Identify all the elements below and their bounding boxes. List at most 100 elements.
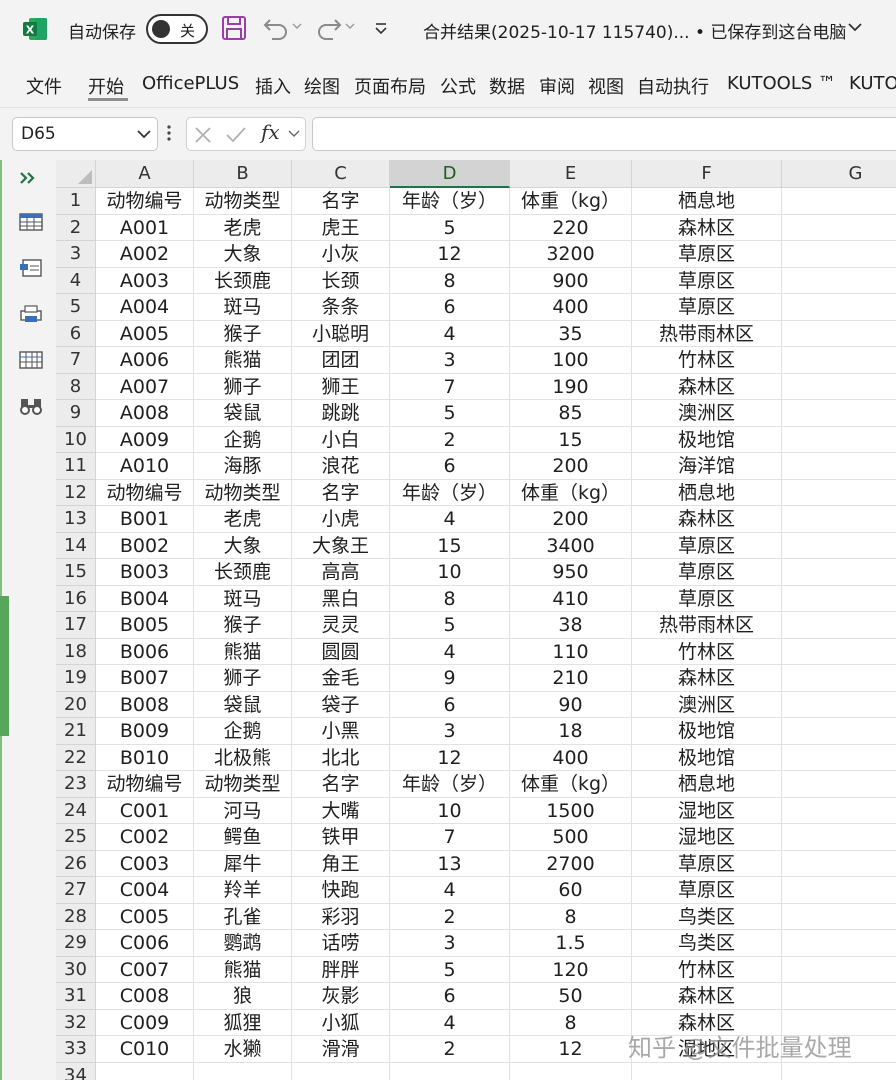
cell-a32[interactable]: C009 — [96, 1009, 194, 1036]
cell-c26[interactable]: 角王 — [292, 850, 390, 877]
cell-b11[interactable]: 海豚 — [194, 453, 292, 480]
cell-d20[interactable]: 6 — [390, 691, 510, 718]
tab-officeplus[interactable]: OfficePLUS — [142, 73, 239, 94]
cell-f6[interactable]: 热带雨林区 — [632, 320, 782, 347]
chevron-down-icon[interactable] — [345, 22, 355, 30]
cell-b3[interactable]: 大象 — [194, 241, 292, 268]
row-header[interactable]: 18 — [56, 638, 96, 665]
cell-g30[interactable] — [782, 957, 896, 983]
cell-g18[interactable] — [782, 639, 896, 665]
undo-icon[interactable] — [262, 14, 290, 42]
cell-c2[interactable]: 虎王 — [292, 214, 390, 241]
autosave-toggle[interactable]: 关 — [146, 14, 208, 44]
cell-g16[interactable] — [782, 586, 896, 612]
cell-f11[interactable]: 海洋馆 — [632, 453, 782, 480]
row-header[interactable]: 12 — [56, 479, 96, 506]
row-header[interactable]: 27 — [56, 877, 96, 904]
cell-e15[interactable]: 950 — [510, 559, 632, 586]
cell-a27[interactable]: C004 — [96, 877, 194, 904]
cell-g12[interactable] — [782, 480, 896, 506]
row-header[interactable]: 17 — [56, 612, 96, 639]
cell-c16[interactable]: 黑白 — [292, 585, 390, 612]
cell-e19[interactable]: 210 — [510, 665, 632, 692]
insert-function-button[interactable]: fx — [261, 120, 280, 144]
tab-automate[interactable]: 自动执行 — [637, 73, 709, 99]
cell-c25[interactable]: 铁甲 — [292, 824, 390, 851]
tab-insert[interactable]: 插入 — [255, 73, 291, 99]
cell-b21[interactable]: 企鹅 — [194, 718, 292, 745]
chevron-down-icon[interactable] — [848, 22, 862, 32]
chevron-down-icon[interactable] — [288, 129, 300, 138]
tab-page-layout[interactable]: 页面布局 — [354, 73, 426, 99]
cell-f4[interactable]: 草原区 — [632, 267, 782, 294]
cell-e25[interactable]: 500 — [510, 824, 632, 851]
cell-c13[interactable]: 小虎 — [292, 506, 390, 533]
cell-b14[interactable]: 大象 — [194, 532, 292, 559]
row-header[interactable]: 32 — [56, 1009, 96, 1036]
cell-c33[interactable]: 滑滑 — [292, 1036, 390, 1063]
cell-f34[interactable] — [632, 1062, 782, 1080]
grid-icon[interactable] — [19, 350, 43, 370]
cell-b26[interactable]: 犀牛 — [194, 850, 292, 877]
cell-a4[interactable]: A003 — [96, 267, 194, 294]
cell-d23[interactable]: 年龄（岁） — [390, 771, 510, 798]
cell-b15[interactable]: 长颈鹿 — [194, 559, 292, 586]
column-header-g[interactable]: G — [782, 160, 896, 188]
row-header[interactable]: 6 — [56, 320, 96, 347]
row-header[interactable]: 7 — [56, 347, 96, 374]
cell-e27[interactable]: 60 — [510, 877, 632, 904]
chevron-down-icon[interactable] — [292, 22, 302, 30]
cell-a9[interactable]: A008 — [96, 400, 194, 427]
cell-c3[interactable]: 小灰 — [292, 241, 390, 268]
cell-g31[interactable] — [782, 983, 896, 1010]
cell-e33[interactable]: 12 — [510, 1036, 632, 1063]
cell-a2[interactable]: A001 — [96, 214, 194, 241]
cell-b1[interactable]: 动物类型 — [194, 188, 292, 215]
cell-e2[interactable]: 220 — [510, 214, 632, 241]
cell-b10[interactable]: 企鹅 — [194, 426, 292, 453]
cell-g8[interactable] — [782, 374, 896, 400]
row-header[interactable]: 25 — [56, 824, 96, 851]
cell-d15[interactable]: 10 — [390, 559, 510, 586]
tab-review[interactable]: 审阅 — [539, 73, 575, 99]
tab-view[interactable]: 视图 — [588, 73, 624, 99]
cell-f15[interactable]: 草原区 — [632, 559, 782, 586]
tab-file[interactable]: 文件 — [26, 73, 62, 99]
cell-c1[interactable]: 名字 — [292, 188, 390, 215]
cell-g23[interactable] — [782, 771, 896, 798]
cell-b7[interactable]: 熊猫 — [194, 347, 292, 374]
cell-f8[interactable]: 森林区 — [632, 373, 782, 400]
cell-e12[interactable]: 体重（kg） — [510, 479, 632, 506]
cell-d12[interactable]: 年龄（岁） — [390, 479, 510, 506]
row-header[interactable]: 23 — [56, 771, 96, 798]
cell-a8[interactable]: A007 — [96, 373, 194, 400]
cell-c5[interactable]: 条条 — [292, 294, 390, 321]
column-header-b[interactable]: B — [194, 160, 292, 188]
cell-c11[interactable]: 浪花 — [292, 453, 390, 480]
cell-a14[interactable]: B002 — [96, 532, 194, 559]
cell-g28[interactable] — [782, 904, 896, 930]
cell-e10[interactable]: 15 — [510, 426, 632, 453]
cell-d1[interactable]: 年龄（岁） — [390, 188, 510, 215]
cell-e4[interactable]: 900 — [510, 267, 632, 294]
cell-d10[interactable]: 2 — [390, 426, 510, 453]
cell-e8[interactable]: 190 — [510, 373, 632, 400]
cell-g24[interactable] — [782, 798, 896, 824]
checkmark-icon[interactable] — [225, 125, 247, 145]
cell-a7[interactable]: A006 — [96, 347, 194, 374]
chevron-down-icon[interactable] — [137, 129, 151, 139]
row-header[interactable]: 31 — [56, 983, 96, 1010]
cell-b23[interactable]: 动物类型 — [194, 771, 292, 798]
cell-f23[interactable]: 栖息地 — [632, 771, 782, 798]
cell-g21[interactable] — [782, 718, 896, 745]
cell-b19[interactable]: 狮子 — [194, 665, 292, 692]
row-header[interactable]: 11 — [56, 453, 96, 480]
cell-g22[interactable] — [782, 745, 896, 771]
cell-e11[interactable]: 200 — [510, 453, 632, 480]
cell-g7[interactable] — [782, 347, 896, 374]
cell-b29[interactable]: 鹦鹉 — [194, 930, 292, 957]
column-header-e[interactable]: E — [510, 160, 632, 188]
cell-b33[interactable]: 水獭 — [194, 1036, 292, 1063]
cell-a19[interactable]: B007 — [96, 665, 194, 692]
cell-b31[interactable]: 狼 — [194, 983, 292, 1010]
